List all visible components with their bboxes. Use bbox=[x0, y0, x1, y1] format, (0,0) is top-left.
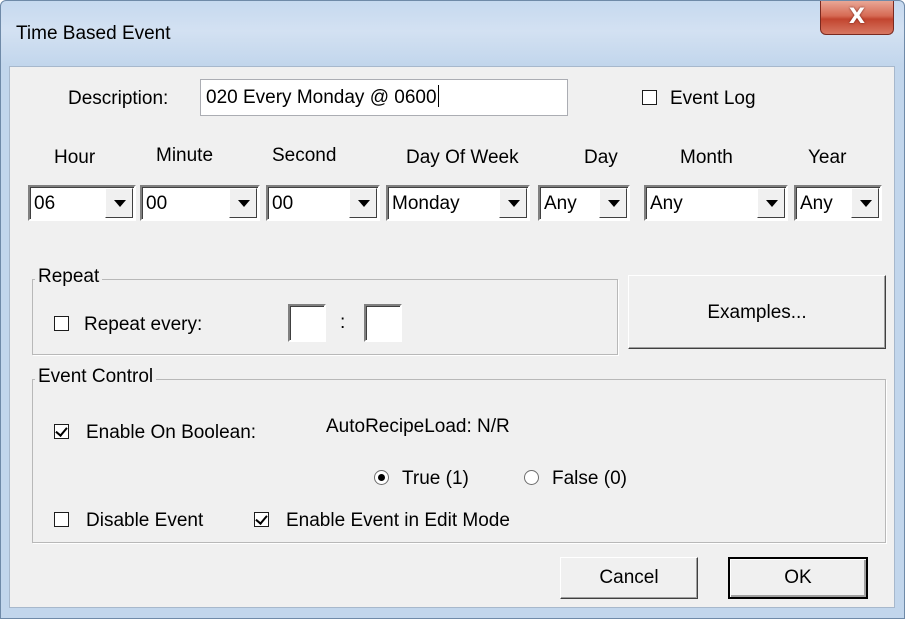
ok-button[interactable]: OK bbox=[728, 557, 868, 599]
repeat-separator: : bbox=[340, 312, 346, 333]
second-value: 00 bbox=[272, 193, 294, 214]
day-of-week-header: Day Of Week bbox=[406, 147, 519, 168]
day-value: Any bbox=[544, 193, 577, 214]
enable-edit-mode-label: Enable Event in Edit Mode bbox=[286, 510, 510, 531]
close-icon: X bbox=[848, 4, 866, 28]
cancel-button[interactable]: Cancel bbox=[560, 557, 698, 599]
window-title: Time Based Event bbox=[16, 23, 171, 44]
chevron-down-icon[interactable] bbox=[599, 188, 627, 218]
minute-select[interactable]: 00 bbox=[140, 185, 260, 221]
chevron-down-icon[interactable] bbox=[229, 188, 257, 218]
text-caret bbox=[437, 85, 439, 107]
event-log-label: Event Log bbox=[670, 88, 756, 109]
examples-button[interactable]: Examples... bbox=[628, 275, 886, 349]
description-input[interactable]: 020 Every Monday @ 0600 bbox=[200, 79, 568, 116]
disable-event-checkbox[interactable] bbox=[54, 512, 69, 527]
second-select[interactable]: 00 bbox=[266, 185, 380, 221]
chevron-down-icon[interactable] bbox=[349, 188, 377, 218]
false-radio-label: False (0) bbox=[552, 468, 627, 489]
true-radio-label: True (1) bbox=[402, 468, 469, 489]
year-value: Any bbox=[800, 193, 833, 214]
event-control-group-label: Event Control bbox=[35, 366, 157, 388]
year-header: Year bbox=[808, 147, 847, 168]
description-label: Description: bbox=[68, 88, 169, 109]
month-value: Any bbox=[650, 193, 683, 214]
second-header: Second bbox=[272, 145, 337, 166]
hour-select[interactable]: 06 bbox=[28, 185, 136, 221]
repeat-hours-input[interactable] bbox=[288, 304, 326, 342]
day-of-week-value: Monday bbox=[392, 193, 460, 214]
false-radio[interactable] bbox=[524, 470, 539, 485]
true-radio[interactable] bbox=[374, 470, 389, 485]
chevron-down-icon[interactable] bbox=[757, 188, 785, 218]
chevron-down-icon[interactable] bbox=[499, 188, 527, 218]
hour-header: Hour bbox=[54, 147, 96, 168]
dialog-client-area: Description: 020 Every Monday @ 0600 Eve… bbox=[9, 66, 895, 608]
repeat-every-checkbox[interactable] bbox=[54, 316, 69, 331]
dialog-window: Time Based Event X Description: 020 Ever… bbox=[0, 0, 905, 619]
day-header: Day bbox=[584, 147, 618, 168]
minute-value: 00 bbox=[146, 193, 168, 214]
year-select[interactable]: Any bbox=[794, 185, 882, 221]
repeat-minutes-input[interactable] bbox=[364, 304, 402, 342]
boolean-tag-name: AutoRecipeLoad: N/R bbox=[326, 416, 510, 437]
minute-header: Minute bbox=[156, 145, 214, 166]
month-select[interactable]: Any bbox=[644, 185, 788, 221]
hour-value: 06 bbox=[34, 193, 56, 214]
event-log-checkbox[interactable] bbox=[642, 90, 657, 105]
enable-on-boolean-checkbox[interactable] bbox=[54, 424, 69, 439]
chevron-down-icon[interactable] bbox=[851, 188, 879, 218]
cancel-button-label: Cancel bbox=[599, 567, 659, 588]
repeat-group-label: Repeat bbox=[35, 266, 103, 288]
repeat-every-label: Repeat every: bbox=[84, 314, 203, 335]
disable-event-label: Disable Event bbox=[86, 510, 204, 531]
ok-button-label: OK bbox=[784, 567, 812, 588]
enable-on-boolean-label: Enable On Boolean: bbox=[86, 422, 257, 443]
examples-button-label: Examples... bbox=[707, 302, 807, 323]
description-value: 020 Every Monday @ 0600 bbox=[206, 87, 437, 108]
day-select[interactable]: Any bbox=[538, 185, 630, 221]
close-button[interactable]: X bbox=[820, 1, 894, 35]
day-of-week-select[interactable]: Monday bbox=[386, 185, 530, 221]
month-header: Month bbox=[680, 147, 733, 168]
enable-edit-mode-checkbox[interactable] bbox=[254, 512, 269, 527]
chevron-down-icon[interactable] bbox=[105, 188, 133, 218]
